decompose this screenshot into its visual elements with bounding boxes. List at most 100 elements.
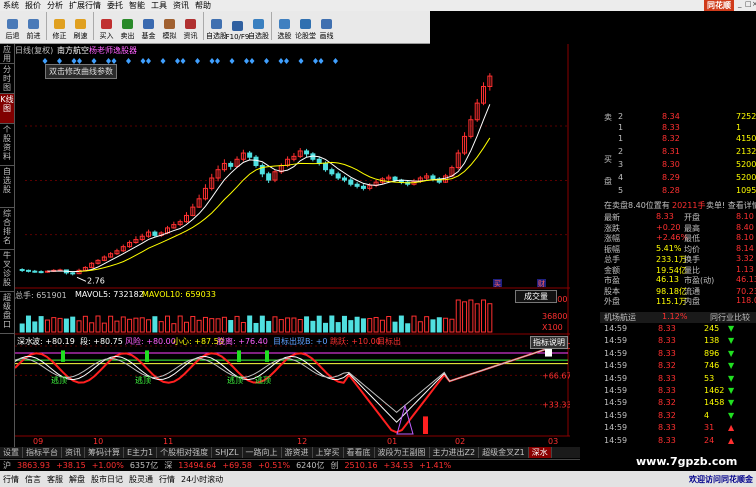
indicator-tabs: 设置 指标平台 资讯 筹码计算 E主力1 个股相对强度 SHJZL 一路向上 游资进 上穿买 看看底… xyxy=(0,447,580,458)
tick-price: 8.33 xyxy=(658,348,676,358)
indicator-tab-13[interactable]: 超级金叉Z1 xyxy=(479,447,529,458)
nav-item-1[interactable]: 分时图 xyxy=(0,64,14,94)
indicator-tab-6[interactable]: SHJZL xyxy=(212,447,243,458)
candle[interactable] xyxy=(392,176,398,181)
index-value: 13494.64 xyxy=(178,461,217,470)
volume-bar xyxy=(323,322,329,333)
candle[interactable] xyxy=(25,269,31,272)
toolbar-button-9[interactable]: 自选股 xyxy=(206,10,227,43)
nav-item-4[interactable]: 自选股 xyxy=(0,166,14,208)
indicator-name[interactable]: 杨老师逸股器 xyxy=(89,45,137,56)
arrow-down-icon: ▼ xyxy=(728,324,735,333)
toolbar-button-12[interactable]: 选股 xyxy=(274,10,295,43)
toolbar: 后退 前进 修正 刷速 买入 卖出 基金 模拟 资讯 自选股 F10/F9 自选股 选股 论股堂 画线 xyxy=(0,11,430,44)
candle[interactable] xyxy=(354,183,360,187)
nav-item-3[interactable]: 个股资料 xyxy=(0,124,14,166)
candle[interactable] xyxy=(19,269,25,272)
tick-time: 14:59 xyxy=(604,435,628,445)
toolbar-button-2[interactable]: 修正 xyxy=(49,10,70,43)
candle[interactable] xyxy=(430,175,436,180)
indicator-tab-5[interactable]: 个股相对强度 xyxy=(157,447,213,458)
tick-volume: 746 xyxy=(704,361,720,371)
toolbar-button-14[interactable]: 画线 xyxy=(316,10,337,43)
candle[interactable] xyxy=(228,162,234,167)
nav-item-6[interactable]: 牛叉诊股 xyxy=(0,250,14,292)
toolbar-icon xyxy=(75,19,86,29)
tick-volume: 245 xyxy=(704,324,720,333)
signal-diamond xyxy=(313,58,318,64)
candle[interactable] xyxy=(329,169,335,175)
toolbar-button-10[interactable]: F10/F9 xyxy=(226,10,249,43)
footer-item-0[interactable]: 行情 xyxy=(0,474,22,485)
toolbar-button-1[interactable]: 前进 xyxy=(23,10,44,43)
signal-diamond xyxy=(195,58,200,64)
toolbar-button-5[interactable]: 卖出 xyxy=(117,10,138,43)
indicator-tab-14[interactable]: 深水 xyxy=(528,447,552,458)
chart-area[interactable]: 6.355.043.742.76买财7360036800X100+100.0+6… xyxy=(15,44,570,446)
stat-value: 8.14 xyxy=(736,243,754,253)
indicator-tab-9[interactable]: 上穿买 xyxy=(313,447,344,458)
toolbar-button-13[interactable]: 论股堂 xyxy=(295,10,316,43)
indicator-tab-1[interactable]: 指标平台 xyxy=(23,447,62,458)
toolbar-button-4[interactable]: 买入 xyxy=(96,10,117,43)
indicator-tab-4[interactable]: E主力1 xyxy=(124,447,158,458)
footer-item-7[interactable]: 24小时滚动 xyxy=(178,474,226,485)
candle[interactable] xyxy=(32,270,38,273)
footer-item-6[interactable]: 行情 xyxy=(156,474,178,485)
minimize-icon[interactable]: _ xyxy=(735,0,742,10)
left-nav: 应用 分时图 K线图 个股资料 自选股 综合排名 牛叉诊股 超级盘口 xyxy=(0,44,15,448)
toolbar-button-11[interactable]: 自选股 xyxy=(248,10,269,43)
indicator-tab-2[interactable]: 资讯 xyxy=(62,447,85,458)
indicator-tab-10[interactable]: 看看底 xyxy=(344,447,375,458)
chart-period[interactable]: 日线(复权) xyxy=(15,45,53,56)
tick-row: 14:59 8.32 4 ▼ xyxy=(600,411,756,422)
nav-item-2[interactable]: K线图 xyxy=(0,94,14,124)
candle[interactable] xyxy=(253,156,259,167)
nav-item-5[interactable]: 综合排名 xyxy=(0,208,14,250)
candle[interactable] xyxy=(341,177,347,181)
indicator-tab-0[interactable]: 设置 xyxy=(0,447,23,458)
signal-diamond xyxy=(229,58,235,64)
candle[interactable] xyxy=(348,179,354,185)
candle[interactable] xyxy=(360,185,366,189)
nav-item-0[interactable]: 应用 xyxy=(0,44,14,64)
candle[interactable] xyxy=(316,158,322,164)
footer-item-1[interactable]: 信言 xyxy=(22,474,44,485)
candle[interactable] xyxy=(259,165,265,175)
indicator-tab-12[interactable]: 主力进出Z2 xyxy=(430,447,480,458)
toolbar-button-6[interactable]: 基金 xyxy=(138,10,159,43)
candle[interactable] xyxy=(70,272,76,275)
candle[interactable] xyxy=(304,150,310,155)
indicator-tab-11[interactable]: 波段为王副图 xyxy=(375,447,430,458)
chart-canvas[interactable]: 6.355.043.742.76买财7360036800X100+100.0+6… xyxy=(15,44,570,446)
footer-item-4[interactable]: 股市日记 xyxy=(88,474,126,485)
footer-item-5[interactable]: 股灵通 xyxy=(126,474,156,485)
candle[interactable] xyxy=(247,152,253,158)
candle[interactable] xyxy=(266,173,272,181)
indicator-help-button[interactable]: 指标说明 xyxy=(530,336,568,349)
nav-item-7[interactable]: 超级盘口 xyxy=(0,292,14,334)
candle[interactable] xyxy=(152,231,158,236)
stock-name: 南方航空 xyxy=(57,46,89,55)
footer-item-3[interactable]: 解盘 xyxy=(66,474,88,485)
candle[interactable] xyxy=(323,162,329,171)
candle[interactable] xyxy=(38,271,44,274)
footer-item-2[interactable]: 客服 xyxy=(44,474,66,485)
vol-dropdown[interactable]: 成交量 xyxy=(515,290,557,303)
toolbar-button-8[interactable]: 资讯 xyxy=(180,10,201,43)
toolbar-button-3[interactable]: 刷速 xyxy=(70,10,91,43)
volume-bar xyxy=(51,317,57,333)
close-icon[interactable]: × xyxy=(749,0,756,10)
arrow-down-icon: ▼ xyxy=(728,373,735,383)
maximize-icon[interactable]: □ xyxy=(742,0,752,10)
indicator-tab-3[interactable]: 筹码计算 xyxy=(85,447,124,458)
toolbar-button-0[interactable]: 后退 xyxy=(2,10,23,43)
indicator-tab-7[interactable]: 一路向上 xyxy=(243,447,282,458)
toolbar-icon xyxy=(28,19,39,29)
candle[interactable] xyxy=(335,173,341,179)
escape-label: 逃顶 xyxy=(227,375,243,385)
volume-bar xyxy=(158,321,164,333)
stat-value: 8.10 xyxy=(736,233,754,242)
indicator-tab-8[interactable]: 游资进 xyxy=(282,447,313,458)
toolbar-button-7[interactable]: 模拟 xyxy=(159,10,180,43)
